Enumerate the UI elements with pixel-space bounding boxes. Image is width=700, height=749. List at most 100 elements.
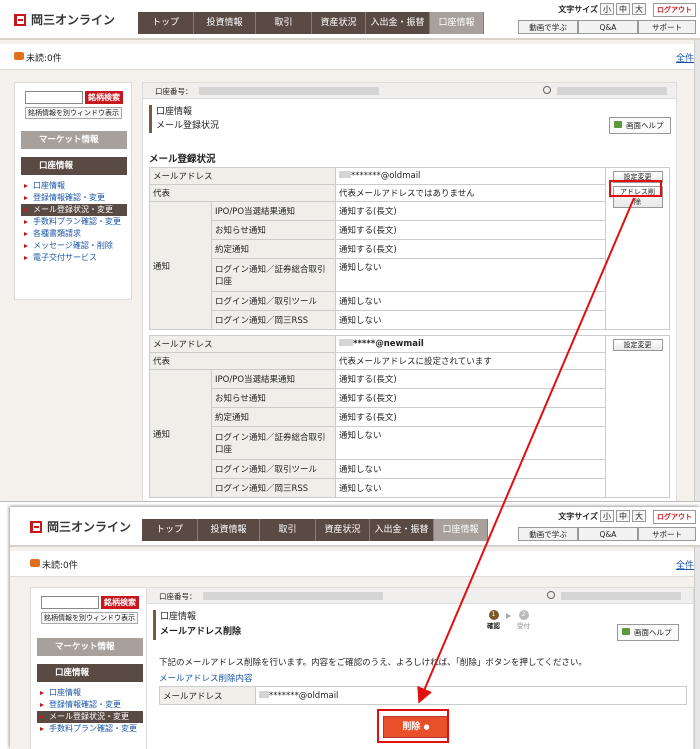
notify-value: 通知しない xyxy=(335,291,606,311)
nav-account[interactable]: 口座情報 xyxy=(434,519,488,541)
email-label: メールアドレス xyxy=(149,167,336,185)
account-number-label: 口座番号： xyxy=(159,592,197,601)
notify-key: お知らせ通知 xyxy=(211,220,336,240)
unread-count[interactable]: 未読:0件 xyxy=(42,558,78,571)
representative-value: 代表メールアドレスではありません xyxy=(335,184,606,202)
notify-key: ログイン通知／証券総合取引口座 xyxy=(211,258,336,292)
screen-help-button[interactable]: 画面ヘルプ xyxy=(609,117,671,134)
qa-button[interactable]: Q&A xyxy=(578,20,638,34)
sidebar-item-fee-plan[interactable]: 手数料プラン確認・変更 xyxy=(37,723,143,735)
sidebar-market-info[interactable]: マーケット情報 xyxy=(37,638,143,656)
logo[interactable]: 岡三オンライン xyxy=(30,518,131,535)
support-button[interactable]: サポート xyxy=(638,527,696,541)
font-size-label: 文字サイズ xyxy=(558,4,598,14)
account-bar: 口座番号： xyxy=(143,83,676,99)
notify-value: 通知しない xyxy=(335,478,606,498)
stock-search-button[interactable]: 銘柄検索 xyxy=(101,596,139,609)
logo-icon xyxy=(14,13,26,26)
all-messages-link[interactable]: 全件 xyxy=(676,558,694,571)
font-medium-button[interactable]: 中 xyxy=(616,510,630,522)
nav-deposit[interactable]: 入出金・振替 xyxy=(366,12,430,34)
font-small-button[interactable]: 小 xyxy=(600,3,614,15)
video-button[interactable]: 動画で学ぶ xyxy=(518,527,578,541)
step-indicator: 1 確認 2 受付 xyxy=(487,610,530,630)
sidebar-item-registration[interactable]: 登録情報確認・変更 xyxy=(37,699,143,711)
account-number-label: 口座番号： xyxy=(155,87,193,96)
notify-key: IPO/PO当選結果通知 xyxy=(211,369,336,389)
nav-top[interactable]: トップ xyxy=(142,519,198,541)
support-button[interactable]: サポート xyxy=(638,20,696,34)
description-text: 下記のメールアドレス削除を行います。内容をご確認のうえ、よろしければ、「削除」ボ… xyxy=(159,658,587,668)
representative-label: 代表 xyxy=(149,352,336,370)
qa-button[interactable]: Q&A xyxy=(578,527,638,541)
masked-account xyxy=(199,87,379,95)
nav-trade[interactable]: 取引 xyxy=(256,12,312,34)
step-1-label: 確認 xyxy=(487,622,500,630)
font-large-button[interactable]: 大 xyxy=(632,3,646,15)
step-2-label: 受付 xyxy=(517,622,530,630)
notify-value: 通知する(長文) xyxy=(335,239,606,259)
change-settings-button[interactable]: 設定変更 xyxy=(612,339,663,351)
nav-top[interactable]: トップ xyxy=(138,12,194,34)
logout-button[interactable]: ログアウト xyxy=(653,3,696,17)
email-label: メールアドレス xyxy=(149,335,336,353)
notify-key: IPO/PO当選結果通知 xyxy=(211,201,336,221)
nav-trade[interactable]: 取引 xyxy=(260,519,316,541)
nav-assets[interactable]: 資産状況 xyxy=(316,519,370,541)
sidebar-item-mail[interactable]: メール登録状況・変更 xyxy=(21,204,127,216)
delete-content-title: メールアドレス削除内容 xyxy=(159,674,253,684)
sidebar-item-account[interactable]: 口座情報 xyxy=(21,180,127,192)
font-size-control: 文字サイズ 小 中 大 xyxy=(558,3,646,15)
stock-search-input[interactable] xyxy=(41,596,99,609)
popup-window-link[interactable]: 銘柄情報を別ウィンドウ表示 xyxy=(41,612,138,624)
email-label: メールアドレス xyxy=(159,686,256,705)
sidebar-item-account[interactable]: 口座情報 xyxy=(37,687,143,699)
sidebar-item-messages[interactable]: メッセージ確認・削除 xyxy=(21,240,127,252)
screen-help-button[interactable]: 画面ヘルプ xyxy=(617,624,679,641)
unread-bar: 未読:0件 全件 xyxy=(0,44,700,70)
notify-value: 通知しない xyxy=(335,258,606,292)
step-2-icon: 2 xyxy=(518,610,529,620)
email-value: *****@newmail xyxy=(335,335,606,353)
sidebar-item-registration[interactable]: 登録情報確認・変更 xyxy=(21,192,127,204)
scrollbar[interactable] xyxy=(694,547,700,749)
stock-search-button[interactable]: 銘柄検索 xyxy=(85,91,123,104)
font-size-control: 文字サイズ 小 中 大 xyxy=(558,510,646,522)
header: 岡三オンライン トップ 投資情報 取引 資産状況 入出金・振替 口座情報 文字サ… xyxy=(0,0,700,40)
unread-count[interactable]: 未読:0件 xyxy=(26,51,62,64)
sidebar-account-info[interactable]: 口座情報 xyxy=(37,664,143,682)
masked-account xyxy=(203,592,383,600)
nav-invest[interactable]: 投資情報 xyxy=(198,519,260,541)
nav-assets[interactable]: 資産状況 xyxy=(312,12,366,34)
notify-value: 通知しない xyxy=(335,426,606,460)
stock-search-input[interactable] xyxy=(25,91,83,104)
scrollbar[interactable] xyxy=(694,40,700,501)
sidebar-item-mail[interactable]: メール登録状況・変更 xyxy=(37,711,143,723)
sub-nav: 動画で学ぶ Q&A サポート xyxy=(518,527,696,541)
step-arrow-icon xyxy=(506,613,511,619)
nav-invest[interactable]: 投資情報 xyxy=(194,12,256,34)
sidebar-market-info[interactable]: マーケット情報 xyxy=(21,131,127,149)
notify-value: 通知する(長文) xyxy=(335,407,606,427)
logo[interactable]: 岡三オンライン xyxy=(14,11,115,28)
font-small-button[interactable]: 小 xyxy=(600,510,614,522)
sidebar-account-info[interactable]: 口座情報 xyxy=(21,157,127,175)
font-large-button[interactable]: 大 xyxy=(632,510,646,522)
video-button[interactable]: 動画で学ぶ xyxy=(518,20,578,34)
page-title: メールアドレス削除 xyxy=(160,627,242,637)
font-medium-button[interactable]: 中 xyxy=(616,3,630,15)
sidebar-item-e-delivery[interactable]: 電子交付サービス xyxy=(21,252,127,264)
global-nav: トップ 投資情報 取引 資産状況 入出金・振替 口座情報 xyxy=(142,519,488,541)
popup-window-link[interactable]: 銘柄情報を別ウィンドウ表示 xyxy=(25,107,122,119)
sidebar-item-documents[interactable]: 各種書類請求 xyxy=(21,228,127,240)
representative-value: 代表メールアドレスに設定されています xyxy=(335,352,606,370)
all-messages-link[interactable]: 全件 xyxy=(676,51,694,64)
email-value: *******@oldmail xyxy=(255,686,687,705)
nav-account[interactable]: 口座情報 xyxy=(430,12,484,34)
message-icon xyxy=(30,559,40,567)
mail-table-1: メールアドレス *******@oldmail 設定変更 アドレス削除 代表 代… xyxy=(149,167,670,330)
nav-deposit[interactable]: 入出金・振替 xyxy=(370,519,434,541)
sidebar-item-fee-plan[interactable]: 手数料プラン確認・変更 xyxy=(21,216,127,228)
masked-info xyxy=(557,87,667,95)
logout-button[interactable]: ログアウト xyxy=(653,510,696,524)
